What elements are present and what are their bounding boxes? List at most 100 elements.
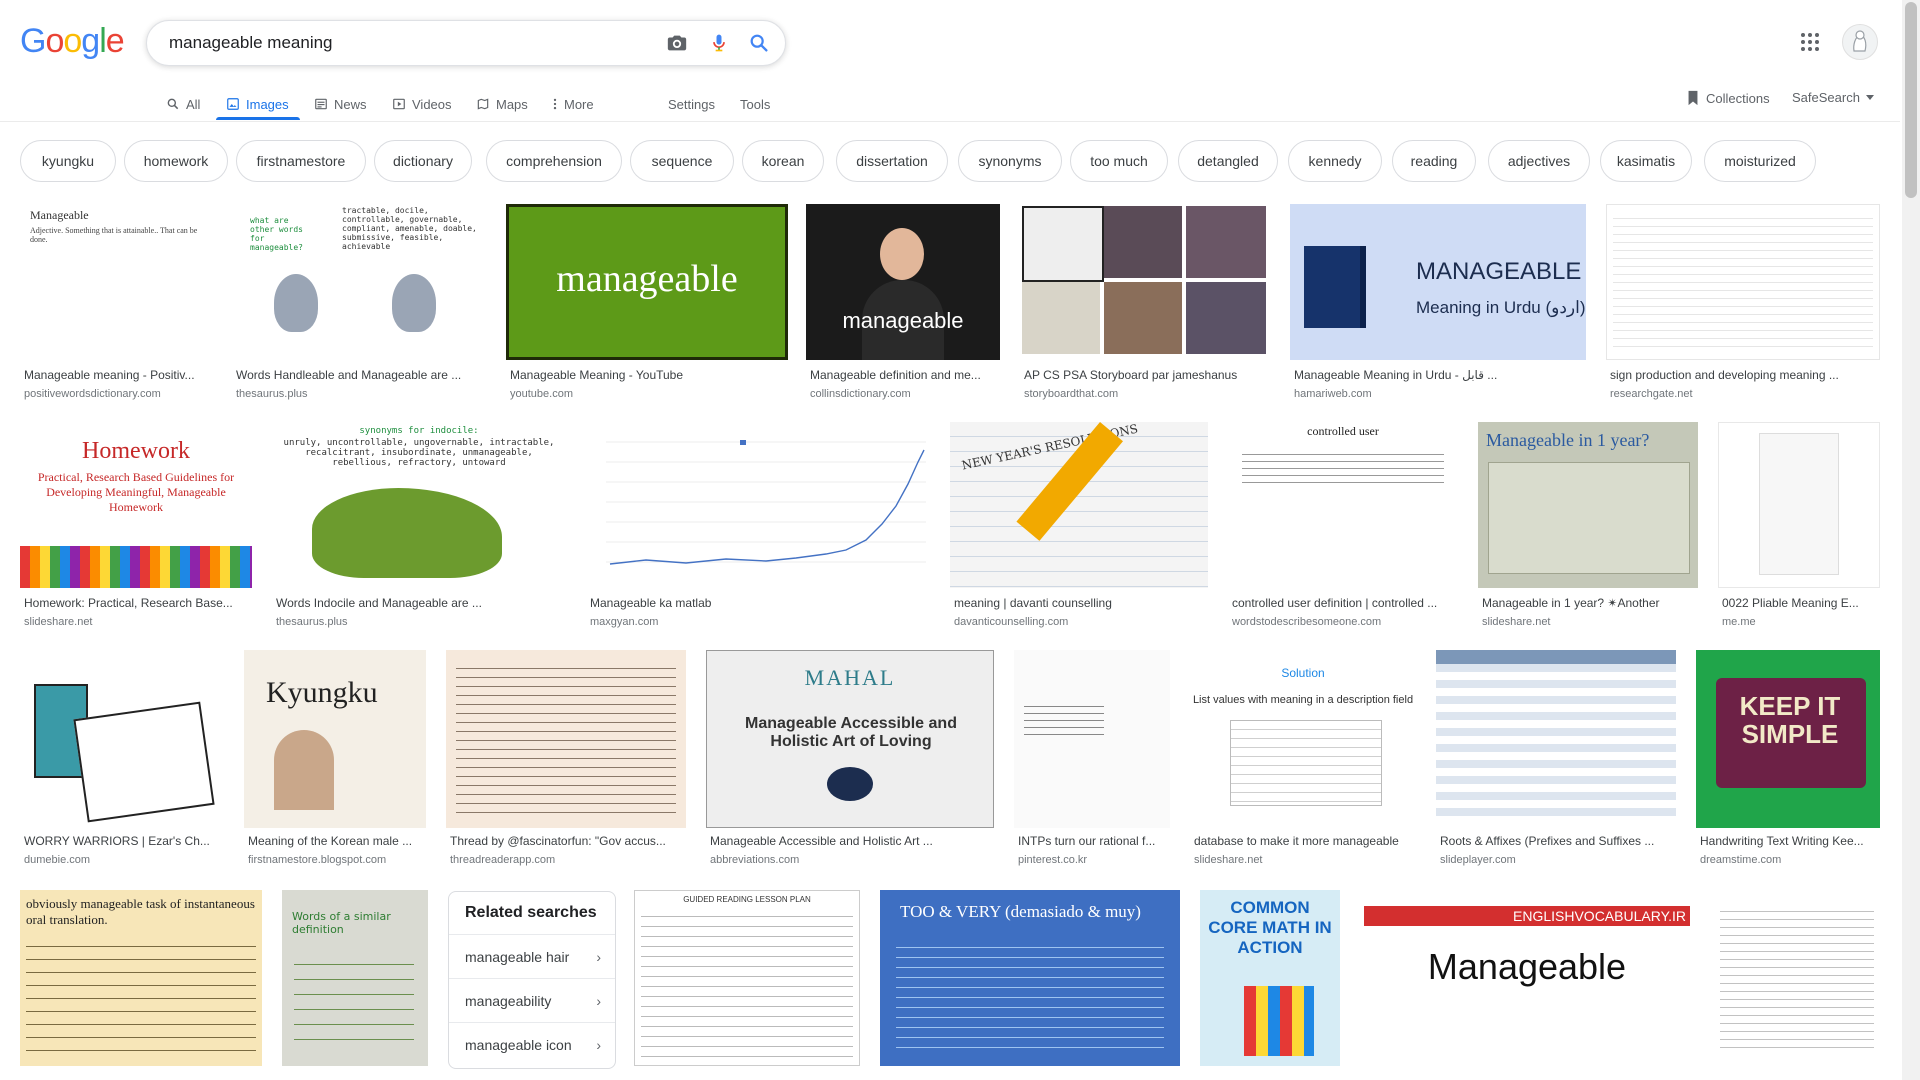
- result-source: wordstodescribesomeone.com: [1232, 616, 1382, 628]
- result-source: slideplayer.com: [1440, 854, 1516, 866]
- search-icon[interactable]: [747, 31, 771, 55]
- result-thumbnail: GUIDED READING LESSON PLAN: [634, 890, 860, 1066]
- chip[interactable]: synonyms: [958, 140, 1062, 182]
- chip[interactable]: homework: [124, 140, 228, 182]
- chip[interactable]: adjectives: [1488, 140, 1590, 182]
- image-result[interactable]: ENGLISHVOCABULARY.IR Manageable: [1360, 890, 1694, 1066]
- image-result[interactable]: Solution List values with meaning in a d…: [1190, 650, 1416, 872]
- image-result[interactable]: manageable Manageable Meaning - YouTube …: [506, 204, 788, 404]
- chip-label: adjectives: [1507, 153, 1571, 169]
- image-result[interactable]: Homework Practical, Research Based Guide…: [20, 422, 252, 636]
- tab-settings[interactable]: Settings: [668, 86, 715, 122]
- related-search-item[interactable]: manageability ›: [449, 978, 615, 1023]
- image-result[interactable]: Manageable ka matlab maxgyan.com: [586, 422, 930, 636]
- news-icon: [315, 98, 327, 110]
- image-result[interactable]: tractable, docile, controllable, governa…: [232, 204, 486, 404]
- tab-videos[interactable]: Videos: [392, 86, 452, 122]
- chevron-right-icon: ›: [596, 949, 601, 965]
- search-input[interactable]: [167, 29, 631, 57]
- image-result[interactable]: Words of a similar definition: [282, 890, 428, 1066]
- image-result[interactable]: sign production and developing meaning .…: [1606, 204, 1880, 404]
- chip[interactable]: kyungku: [20, 140, 116, 182]
- table-header: [1436, 650, 1676, 664]
- result-thumbnail: synonyms for indocile: unruly, uncontrol…: [272, 422, 566, 588]
- chip[interactable]: firstnamestore: [236, 140, 366, 182]
- tab-label: Tools: [740, 96, 771, 112]
- chip[interactable]: dictionary: [374, 140, 472, 182]
- result-source: hamariweb.com: [1294, 388, 1372, 400]
- chevron-right-icon: ›: [596, 1037, 601, 1053]
- tab-maps[interactable]: Maps: [476, 86, 528, 122]
- safesearch-menu[interactable]: SafeSearch: [1792, 90, 1874, 105]
- image-result[interactable]: manageable Manageable definition and me.…: [806, 204, 1000, 404]
- todo-notepad: [73, 701, 215, 823]
- tab-more[interactable]: More: [552, 86, 594, 122]
- apps-grid-icon[interactable]: [1798, 30, 1822, 54]
- result-thumbnail: Homework Practical, Research Based Guide…: [20, 422, 252, 588]
- thumb-subtext: unruly, uncontrollable, ungovernable, in…: [283, 438, 555, 468]
- related-search-item[interactable]: manageable icon ›: [449, 1022, 615, 1067]
- chip[interactable]: moisturized: [1704, 140, 1816, 182]
- thumb-subtext: what are other words for manageable?: [250, 216, 303, 252]
- image-result[interactable]: Manageable Adjective. Something that is …: [20, 204, 212, 404]
- image-result[interactable]: 0022 Pliable Meaning E... me.me: [1718, 422, 1880, 636]
- chip[interactable]: reading: [1392, 140, 1476, 182]
- image-result[interactable]: obviously manageable task of instantaneo…: [20, 890, 262, 1066]
- chip[interactable]: kasimatis: [1600, 140, 1692, 182]
- chip[interactable]: too much: [1070, 140, 1168, 182]
- image-result[interactable]: [1714, 890, 1880, 1066]
- result-title: sign production and developing meaning .…: [1610, 368, 1839, 382]
- result-thumbnail: [1436, 650, 1676, 828]
- logo-letter: e: [105, 22, 125, 60]
- result-title: Thread by @fascinatorfun: "Gov accus...: [450, 834, 666, 848]
- related-search-item[interactable]: manageable hair ›: [449, 934, 615, 979]
- image-icon: [227, 98, 239, 110]
- image-result[interactable]: Roots & Affixes (Prefixes and Suffixes .…: [1436, 650, 1676, 872]
- thumb-text: Manageable: [1427, 946, 1627, 987]
- related-search-label: manageable hair: [465, 949, 570, 965]
- result-source: positivewordsdictionary.com: [24, 388, 161, 400]
- thumb-subtext: List values with meaning in a descriptio…: [1192, 694, 1414, 706]
- tab-tools[interactable]: Tools: [740, 86, 770, 122]
- image-result[interactable]: synonyms for indocile: unruly, uncontrol…: [272, 422, 566, 636]
- image-result[interactable]: Manageable in 1 year? Manageable in 1 ye…: [1478, 422, 1698, 636]
- google-logo[interactable]: Google: [20, 22, 125, 61]
- account-avatar[interactable]: [1842, 24, 1878, 60]
- chip[interactable]: korean: [742, 140, 824, 182]
- image-result[interactable]: INTPs turn our rational f... pinterest.c…: [1014, 650, 1170, 872]
- image-result[interactable]: Kyungku Meaning of the Korean male ... f…: [244, 650, 426, 872]
- image-result[interactable]: Thread by @fascinatorfun: "Gov accus... …: [446, 650, 686, 872]
- tab-news[interactable]: News: [314, 86, 367, 122]
- chip[interactable]: sequence: [630, 140, 734, 182]
- chip[interactable]: detangled: [1178, 140, 1278, 182]
- scrollbar-thumb[interactable]: [1905, 2, 1917, 198]
- result-source: pinterest.co.kr: [1018, 854, 1088, 866]
- image-result[interactable]: WORRY WARRIORS | Ezar's Ch... dumebie.co…: [20, 650, 224, 872]
- tab-all[interactable]: All: [166, 86, 200, 122]
- result-title: AP CS PSA Storyboard par jameshanus: [1024, 368, 1238, 382]
- image-result[interactable]: MANAGEABLE Meaning in Urdu (اردو) Manage…: [1290, 204, 1586, 404]
- collections-link[interactable]: Collections: [1686, 90, 1770, 106]
- image-result[interactable]: controlled user controlled user definiti…: [1228, 422, 1458, 636]
- image-result[interactable]: AP CS PSA Storyboard par jameshanus stor…: [1020, 204, 1270, 404]
- microphone-icon[interactable]: [707, 31, 731, 55]
- chip[interactable]: dissertation: [836, 140, 948, 182]
- article-text-lines: [456, 660, 676, 816]
- pigeon-illustration: [274, 274, 318, 332]
- result-thumbnail: [1020, 204, 1270, 360]
- image-result[interactable]: NEW YEAR'S RESOLUTIONS meaning | davanti…: [950, 422, 1208, 636]
- image-result[interactable]: GUIDED READING LESSON PLAN: [634, 890, 860, 1066]
- camera-icon[interactable]: [665, 31, 689, 55]
- phone-screenshot: [1759, 433, 1839, 575]
- image-result[interactable]: KEEP IT SIMPLE Handwriting Text Writing …: [1696, 650, 1880, 872]
- image-result[interactable]: MAHAL Manageable Accessible and Holistic…: [706, 650, 994, 872]
- chip[interactable]: kennedy: [1288, 140, 1382, 182]
- chip-label: synonyms: [978, 153, 1042, 169]
- thumb-text: MANAGEABLE: [1416, 258, 1582, 285]
- image-result[interactable]: TOO & VERY (demasiado & muy): [880, 890, 1180, 1066]
- chip-label: dictionary: [393, 153, 453, 169]
- image-result[interactable]: COMMON CORE MATH IN ACTION: [1200, 890, 1340, 1066]
- chip-label: moisturized: [1724, 153, 1796, 169]
- chip[interactable]: comprehension: [486, 140, 622, 182]
- logo-letter: G: [20, 22, 46, 60]
